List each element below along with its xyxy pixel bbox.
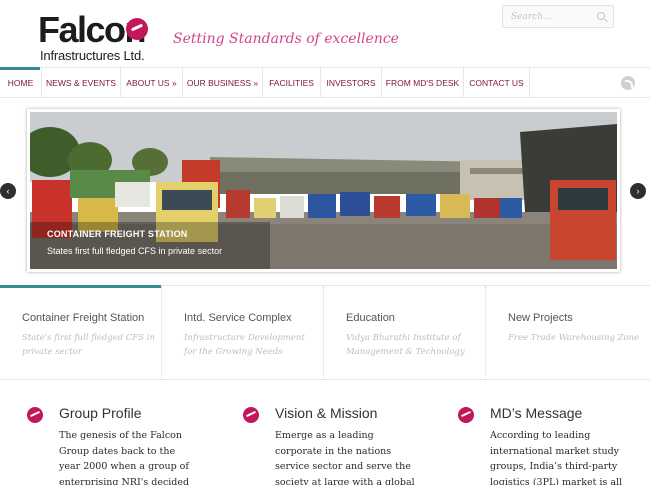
search-box: [502, 5, 614, 28]
nav-item-investors[interactable]: Investors: [321, 68, 382, 97]
slide-caption-text: States first full fledged CFS in private…: [47, 246, 223, 256]
column-text: Emerge as a leading corporate in the nat…: [275, 430, 415, 485]
search-input[interactable]: [503, 6, 591, 28]
feature-desc: State's first full fledged CFS in privat…: [22, 333, 155, 357]
rss-icon[interactable]: [621, 76, 635, 90]
nav-item-our-business[interactable]: Our Business »: [183, 68, 263, 97]
feature-service-complex[interactable]: Intd. Service Complex Infrastructure Dev…: [162, 286, 324, 380]
feature-new-projects[interactable]: New Projects Free Trade Warehousing Zone: [486, 286, 650, 380]
logo[interactable]: Falcon Infrastructures Ltd.: [38, 12, 163, 64]
feature-desc: Free Trade Warehousing Zone: [508, 333, 640, 343]
column-title[interactable]: Vision & Mission: [275, 405, 377, 421]
search-icon[interactable]: [597, 12, 605, 20]
falcon-bird-icon: [458, 407, 474, 423]
main-nav: Home News & Events About Us » Our Busine…: [0, 67, 650, 98]
slide-caption-title: CONTAINER FREIGHT STATION: [47, 229, 188, 239]
feature-strip: Container Freight Station State's first …: [0, 285, 650, 380]
nav-item-facilities[interactable]: Facilities: [263, 68, 321, 97]
feature-container-freight[interactable]: Container Freight Station State's first …: [0, 286, 162, 380]
column-text: The genesis of the Falcon Group dates ba…: [59, 430, 190, 485]
feature-title: New Projects: [508, 312, 573, 324]
feature-title: Container Freight Station: [22, 312, 145, 324]
nav-item-contact-us[interactable]: Contact Us: [464, 68, 530, 97]
slider-prev-button[interactable]: ‹: [0, 183, 16, 199]
nav-item-news-events[interactable]: News & Events: [42, 68, 121, 97]
nav-item-about-us[interactable]: About Us »: [121, 68, 183, 97]
column-title[interactable]: MD’s Message: [490, 405, 582, 421]
feature-desc: Infrastructure Development for the Growi…: [184, 333, 305, 357]
nav-item-home[interactable]: Home: [0, 68, 42, 97]
column-text: According to leading international marke…: [490, 430, 623, 485]
feature-title: Education: [346, 312, 395, 324]
feature-education[interactable]: Education Vidya Bharathi Institute of Ma…: [324, 286, 486, 380]
slider-next-button[interactable]: ›: [630, 183, 646, 199]
nav-item-from-mds-desk[interactable]: From MD's Desk: [382, 68, 464, 97]
feature-desc: Vidya Bharathi Institute of Management &…: [346, 333, 465, 357]
logo-subtitle: Infrastructures Ltd.: [40, 48, 145, 63]
page: Falcon Infrastructures Ltd. Setting Stan…: [0, 0, 650, 485]
falcon-bird-icon: [243, 407, 259, 423]
tagline: Setting Standards of excellence: [173, 31, 399, 47]
column-title[interactable]: Group Profile: [59, 405, 141, 421]
feature-title: Intd. Service Complex: [184, 312, 292, 324]
falcon-bird-icon: [27, 407, 43, 423]
falcon-bird-icon: [126, 18, 148, 40]
